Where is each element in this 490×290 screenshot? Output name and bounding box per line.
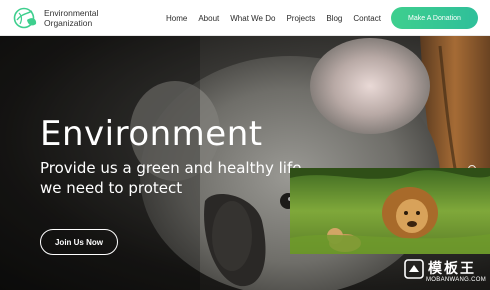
lion-inset-image bbox=[290, 168, 490, 254]
logo-line-1: Environmental bbox=[44, 8, 99, 18]
nav-about[interactable]: About bbox=[198, 14, 219, 23]
leaf-globe-logo-icon bbox=[13, 7, 37, 29]
nav-contact[interactable]: Contact bbox=[353, 14, 381, 23]
watermark-logo-icon bbox=[404, 259, 424, 279]
nav-what-we-do[interactable]: What We Do bbox=[230, 14, 275, 23]
main-nav: Home About What We Do Projects Blog Cont… bbox=[166, 0, 392, 36]
join-us-button[interactable]: Join Us Now bbox=[40, 229, 118, 255]
make-donation-button[interactable]: Make A Donation bbox=[391, 7, 478, 29]
hero-subtitle-line-1: Provide us a green and healthy life bbox=[40, 159, 302, 177]
hero-title: Environment bbox=[40, 114, 263, 154]
nav-blog[interactable]: Blog bbox=[326, 14, 342, 23]
logo-line-2: Organization bbox=[44, 18, 93, 28]
site-logo[interactable]: Environmental Organization bbox=[12, 5, 98, 31]
logo-text: Environmental Organization bbox=[44, 8, 98, 28]
nav-projects[interactable]: Projects bbox=[286, 14, 315, 23]
hero-subtitle: Provide us a green and healthy life we n… bbox=[40, 158, 330, 198]
site-header: Environmental Organization Home About Wh… bbox=[0, 0, 490, 36]
hero-subtitle-line-2: we need to protect bbox=[40, 179, 183, 197]
lion-photo bbox=[290, 168, 490, 254]
watermark: 模板王 MOBANWANG.COM bbox=[402, 256, 488, 288]
nav-home[interactable]: Home bbox=[166, 14, 187, 23]
watermark-title: 模板王 bbox=[428, 260, 476, 276]
watermark-url: MOBANWANG.COM bbox=[426, 277, 487, 283]
